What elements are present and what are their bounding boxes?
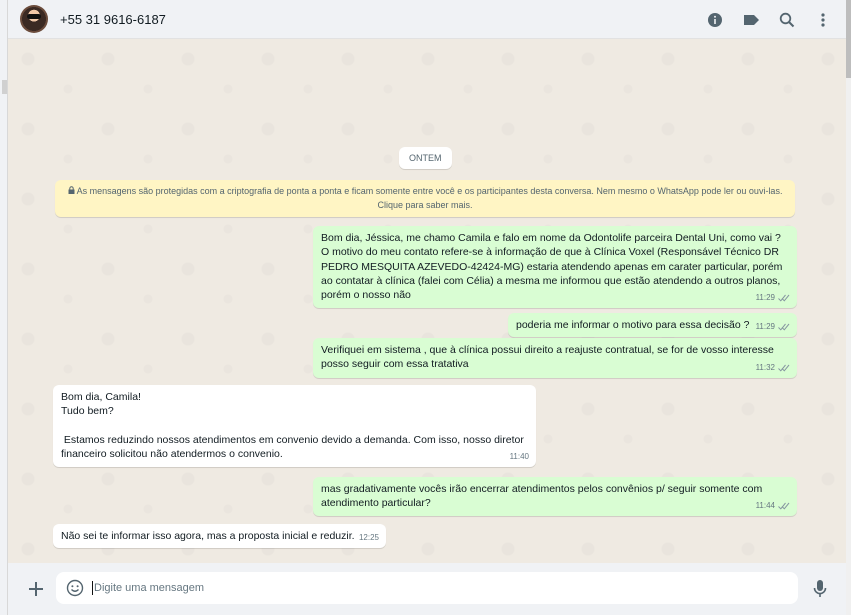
- message-time: 11:29: [755, 321, 775, 331]
- message-meta: 11:29: [756, 320, 790, 334]
- message-meta: 11:32: [756, 361, 790, 375]
- scrollbar-thumb[interactable]: [846, 0, 851, 78]
- message-text: Verifiquei em sistema , que à clínica po…: [321, 344, 777, 371]
- text-caret: [92, 581, 93, 595]
- encryption-notice-text: As mensagens são protegidas com a cripto…: [76, 186, 783, 210]
- message-bubble[interactable]: poderia me informar o motivo para essa d…: [508, 313, 797, 337]
- message-text: Não sei te informar isso agora, mas a pr…: [61, 530, 355, 542]
- voice-message-button[interactable]: [812, 579, 828, 599]
- info-icon[interactable]: [706, 11, 724, 29]
- read-receipt-icon: [778, 502, 790, 510]
- message-bubble[interactable]: Verifiquei em sistema , que à clínica po…: [313, 338, 797, 378]
- message-list[interactable]: ONTEM As mensagens são protegidas com a …: [8, 39, 846, 563]
- message-time: 11:40: [509, 451, 529, 461]
- message-input-box[interactable]: [56, 572, 798, 604]
- read-receipt-icon: [778, 323, 790, 331]
- read-receipt-icon: [778, 364, 790, 372]
- lock-icon: [68, 186, 77, 196]
- encryption-notice[interactable]: As mensagens são protegidas com a cripto…: [55, 180, 795, 217]
- message-time: 11:32: [755, 362, 775, 372]
- date-divider: ONTEM: [399, 147, 452, 169]
- emoji-icon[interactable]: [66, 579, 84, 597]
- search-icon[interactable]: [778, 11, 796, 29]
- message-bubble[interactable]: mas gradativamente vocês irão encerrar a…: [313, 477, 797, 516]
- compose-bar: [8, 563, 846, 615]
- left-edge-strip: [0, 0, 8, 615]
- attach-button[interactable]: [26, 579, 46, 599]
- message-bubble[interactable]: Não sei te informar isso agora, mas a pr…: [53, 524, 386, 548]
- message-time: 11:29: [755, 292, 775, 302]
- header-actions: [706, 0, 832, 39]
- label-icon[interactable]: [742, 11, 760, 29]
- message-time: 11:44: [755, 500, 775, 510]
- message-bubble[interactable]: Bom dia, Jéssica, me chamo Camila e falo…: [313, 226, 797, 308]
- message-meta: 11:29: [756, 291, 790, 305]
- message-meta: 12:25: [359, 531, 379, 545]
- message-text: poderia me informar o motivo para essa d…: [516, 319, 750, 331]
- chat-header: +55 31 9616-6187: [8, 0, 846, 39]
- chat-window: +55 31 9616-6187 ONTEM As mensagens são …: [8, 0, 846, 615]
- message-meta: 11:44: [756, 499, 790, 513]
- microphone-icon: [813, 580, 827, 597]
- plus-icon: [29, 582, 43, 596]
- message-meta: 11:40: [510, 450, 529, 464]
- message-text: Bom dia, Camila! Tudo bem? Estamos reduz…: [61, 391, 524, 461]
- contact-avatar[interactable]: [20, 5, 48, 33]
- left-edge-marker: [2, 80, 7, 94]
- menu-icon[interactable]: [814, 11, 832, 29]
- message-bubble[interactable]: Bom dia, Camila! Tudo bem? Estamos reduz…: [53, 385, 536, 467]
- read-receipt-icon: [778, 294, 790, 302]
- contact-name[interactable]: +55 31 9616-6187: [60, 12, 166, 27]
- message-text: mas gradativamente vocês irão encerrar a…: [321, 483, 766, 510]
- message-time: 12:25: [358, 532, 379, 542]
- message-input[interactable]: [94, 582, 774, 594]
- message-text: Bom dia, Jéssica, me chamo Camila e falo…: [321, 232, 786, 302]
- window-scrollbar[interactable]: [846, 0, 851, 615]
